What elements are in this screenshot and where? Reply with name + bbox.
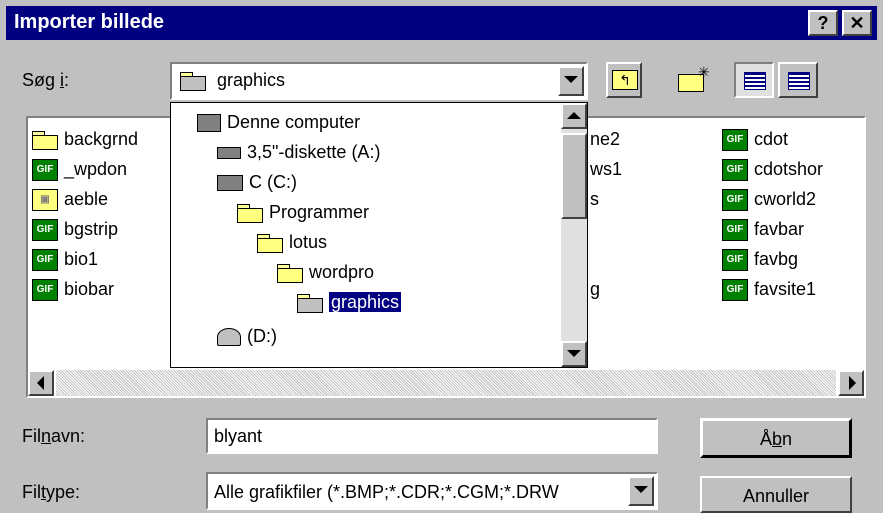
- sparkle-icon: ✳: [698, 64, 710, 80]
- gif-file-icon: GIF: [722, 189, 748, 212]
- file-item-image[interactable]: ▣ aeble: [32, 186, 108, 212]
- filename-input[interactable]: blyant: [206, 418, 658, 454]
- details-view-icon: [788, 72, 810, 90]
- folder-icon: [32, 131, 58, 151]
- up-folder-icon: ↰: [612, 70, 638, 90]
- cancel-button[interactable]: Annuller: [700, 476, 852, 513]
- chevron-down-icon: [634, 486, 648, 493]
- scroll-left-button[interactable]: [28, 370, 54, 396]
- arrow-left-icon: [37, 376, 44, 390]
- file-item-partial[interactable]: ne2: [590, 126, 620, 152]
- folder-icon: [277, 264, 303, 284]
- gif-file-icon: GIF: [32, 249, 58, 272]
- filetype-label: Filtype:: [22, 482, 81, 502]
- file-item-partial[interactable]: g: [590, 276, 600, 302]
- open-folder-icon: [180, 72, 206, 92]
- dropdown-item-floppy[interactable]: 3,5"-diskette (A:): [217, 139, 380, 165]
- file-item-gif[interactable]: GIF cdot: [722, 126, 788, 152]
- help-button[interactable]: ?: [808, 10, 838, 36]
- filetype-value: Alle grafikfiler (*.BMP;*.CDR;*.CGM;*.DR…: [214, 482, 559, 502]
- dialog-title: Importer billede: [14, 11, 165, 33]
- gif-file-icon: GIF: [32, 219, 58, 242]
- filetype-dropdown-button[interactable]: [628, 476, 654, 506]
- dropdown-item-graphics[interactable]: graphics: [297, 289, 403, 315]
- lookin-dropdown-button[interactable]: [558, 66, 584, 96]
- gif-file-icon: GIF: [722, 219, 748, 242]
- image-file-icon: ▣: [32, 189, 58, 212]
- arrow-down-icon: [567, 350, 581, 357]
- floppy-icon: [217, 147, 241, 160]
- dropdown-item-drive-c[interactable]: C (C:): [217, 169, 297, 195]
- cancel-button-label: Annuller: [742, 486, 810, 506]
- arrow-right-icon: [849, 376, 856, 390]
- file-item-gif[interactable]: GIF bio1: [32, 246, 98, 272]
- harddrive-icon: [217, 175, 243, 192]
- dialog-window: Importer billede ? ✕ Søg i: graphics ↰ ✳…: [0, 0, 883, 513]
- chevron-down-icon: [564, 76, 578, 83]
- filename-label: Filnavn:: [22, 426, 86, 446]
- scroll-up-button[interactable]: [561, 103, 587, 129]
- details-view-button[interactable]: [778, 62, 818, 98]
- file-item-gif[interactable]: GIF favsite1: [722, 276, 816, 302]
- dropdown-item-lotus[interactable]: lotus: [257, 229, 327, 255]
- dropdown-item-wordpro[interactable]: wordpro: [277, 259, 374, 285]
- open-folder-icon: [297, 294, 323, 314]
- computer-icon: [197, 114, 221, 133]
- open-button-label: Åbn: [759, 429, 793, 449]
- close-button[interactable]: ✕: [842, 10, 872, 36]
- dropdown-item-programmer[interactable]: Programmer: [237, 199, 369, 225]
- open-button[interactable]: Åbn: [700, 418, 852, 458]
- gif-file-icon: GIF: [32, 279, 58, 302]
- lookin-label: Søg i:: [22, 70, 70, 90]
- file-item-gif[interactable]: GIF favbar: [722, 216, 804, 242]
- file-item-folder[interactable]: backgrnd: [32, 126, 138, 152]
- dropdown-item-computer[interactable]: Denne computer: [197, 109, 360, 135]
- new-folder-button[interactable]: ✳: [672, 62, 714, 98]
- file-item-partial[interactable]: s: [590, 186, 599, 212]
- file-item-partial[interactable]: ws1: [590, 156, 622, 182]
- scroll-down-button[interactable]: [561, 341, 587, 367]
- gif-file-icon: GIF: [722, 249, 748, 272]
- scroll-thumb[interactable]: [561, 133, 587, 219]
- file-item-gif[interactable]: GIF cworld2: [722, 186, 816, 212]
- title-bar: Importer billede ? ✕: [6, 6, 877, 40]
- list-view-button[interactable]: [734, 62, 774, 98]
- lookin-value: graphics: [217, 70, 286, 90]
- dropdown-item-drive-d[interactable]: (D:): [217, 323, 277, 349]
- file-item-gif[interactable]: GIF _wpdon: [32, 156, 127, 182]
- filename-value: blyant: [214, 426, 263, 446]
- filetype-select[interactable]: Alle grafikfiler (*.BMP;*.CDR;*.CGM;*.DR…: [206, 472, 658, 510]
- file-item-gif[interactable]: GIF favbg: [722, 246, 798, 272]
- folder-icon: [257, 234, 283, 254]
- scroll-track[interactable]: [56, 370, 836, 396]
- gif-file-icon: GIF: [32, 159, 58, 182]
- file-item-gif[interactable]: GIF biobar: [32, 276, 114, 302]
- cdrom-icon: [217, 328, 241, 347]
- arrow-up-icon: [567, 112, 581, 119]
- lookin-dropdown-list[interactable]: Denne computer 3,5"-diskette (A:) C (C:)…: [170, 102, 588, 368]
- horizontal-scrollbar[interactable]: [28, 370, 864, 396]
- file-item-gif[interactable]: GIF bgstrip: [32, 216, 118, 242]
- gif-file-icon: GIF: [722, 279, 748, 302]
- list-view-icon: [744, 72, 766, 90]
- up-one-level-button[interactable]: ↰: [606, 62, 642, 98]
- folder-icon: [237, 204, 263, 224]
- lookin-combo[interactable]: graphics: [170, 62, 588, 100]
- dropdown-scrollbar[interactable]: [561, 103, 587, 367]
- file-item-gif[interactable]: GIF cdotshor: [722, 156, 823, 182]
- scroll-right-button[interactable]: [838, 370, 864, 396]
- gif-file-icon: GIF: [722, 159, 748, 182]
- gif-file-icon: GIF: [722, 129, 748, 152]
